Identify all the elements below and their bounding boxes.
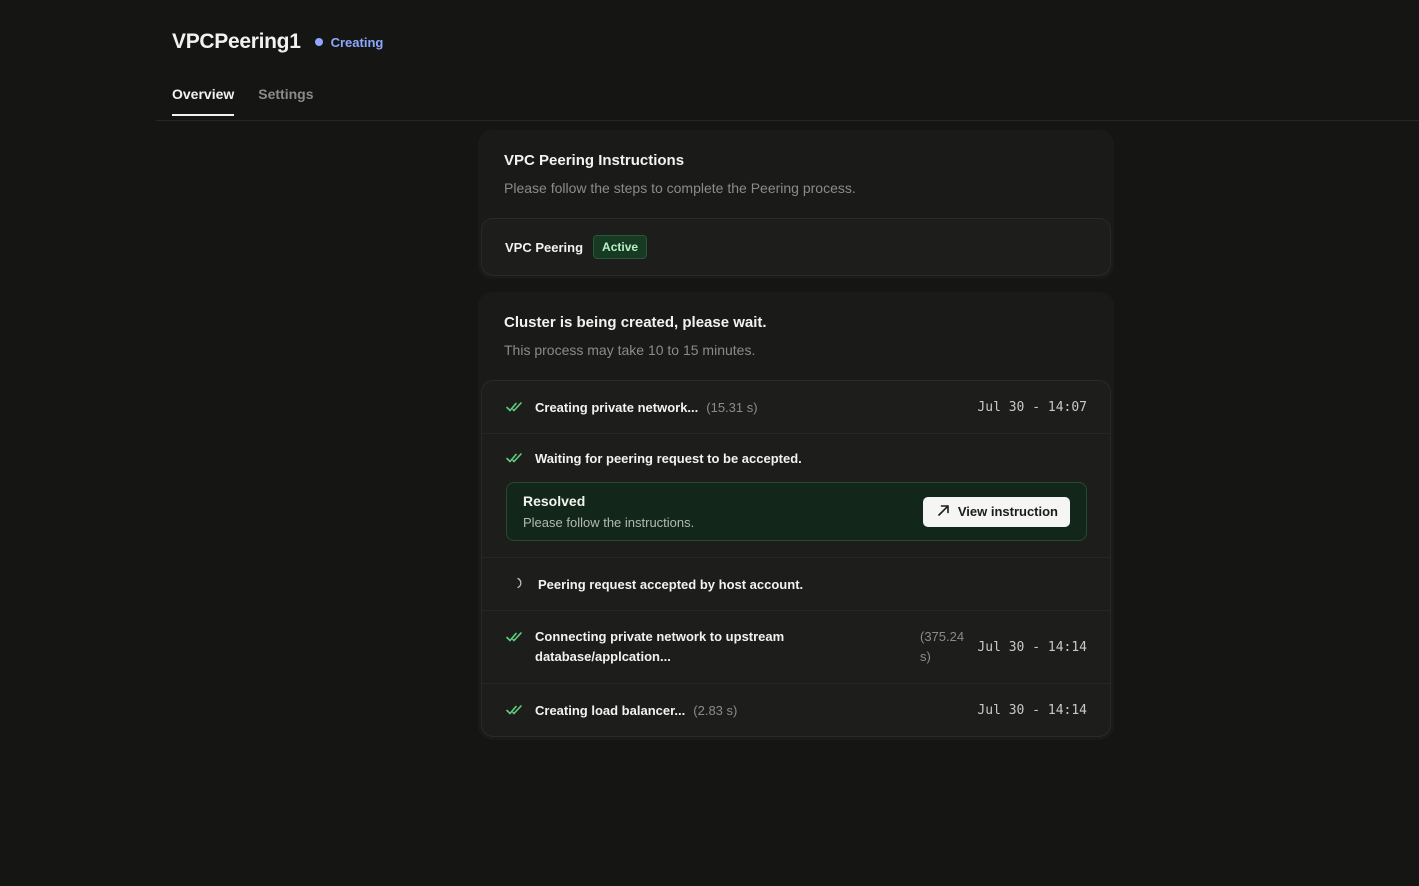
peering-instructions-card: VPC Peering Instructions Please follow t… [478,130,1114,279]
list-item: Peering request accepted by host account… [482,558,1110,611]
peering-status-badge: Active [593,235,648,259]
arrow-up-right-icon [937,504,950,520]
step-text: Creating load balancer... [535,702,686,718]
list-item: Waiting for peering request to be accept… [482,434,1110,558]
list-item: Connecting private network to upstream d… [482,611,1110,684]
step-timestamp: Jul 30 - 14:14 [977,702,1087,718]
step-duration: (2.83 s) [693,702,738,718]
step-timestamp: Jul 30 - 14:07 [977,399,1087,415]
cluster-progress-card: Cluster is being created, please wait. T… [478,292,1114,740]
page-title: VPCPeering1 [172,30,301,53]
tabs-divider [156,120,1419,121]
list-item: Creating load balancer... (2.83 s) Jul 3… [482,684,1110,736]
page-header: VPCPeering1 Creating [172,30,383,54]
list-item: Creating private network... (15.31 s) Ju… [482,381,1110,434]
double-check-icon [506,631,526,643]
double-check-icon [506,452,526,464]
instructions-subtitle: Please follow the steps to complete the … [504,180,856,196]
step-text: Peering request accepted by host account… [538,576,804,592]
double-check-icon [506,704,526,716]
status-label: Creating [330,34,384,50]
view-instruction-label: View instruction [957,504,1058,519]
vpc-peering-label: VPC Peering [505,239,584,255]
instructions-title: VPC Peering Instructions [504,152,685,169]
step-text: Creating private network... [535,399,699,415]
view-instruction-button[interactable]: View instruction [922,496,1070,527]
resolved-notice: Resolved Please follow the instructions.… [506,482,1087,541]
resolved-subtitle: Please follow the instructions. [523,515,695,530]
step-duration: (375.24 s) [920,629,965,664]
resolved-title: Resolved [523,493,586,509]
step-duration: (15.31 s) [706,399,758,415]
status-dot-icon [314,38,323,46]
tab-overview[interactable]: Overview [172,86,235,116]
step-text: Waiting for peering request to be accept… [535,450,802,466]
double-check-icon [506,401,526,413]
tab-settings[interactable]: Settings [258,86,313,116]
spinner-icon [516,577,528,592]
status-badge: Creating [314,34,384,50]
step-text: Connecting private network to upstream d… [535,629,785,664]
tab-bar: Overview Settings [172,86,314,116]
step-timestamp: Jul 30 - 14:14 [977,639,1087,655]
cluster-subtitle: This process may take 10 to 15 minutes. [504,342,756,358]
cluster-title: Cluster is being created, please wait. [504,314,767,331]
vpc-peering-row: VPC Peering Active [482,219,1110,275]
steps-list: Creating private network... (15.31 s) Ju… [481,380,1111,737]
